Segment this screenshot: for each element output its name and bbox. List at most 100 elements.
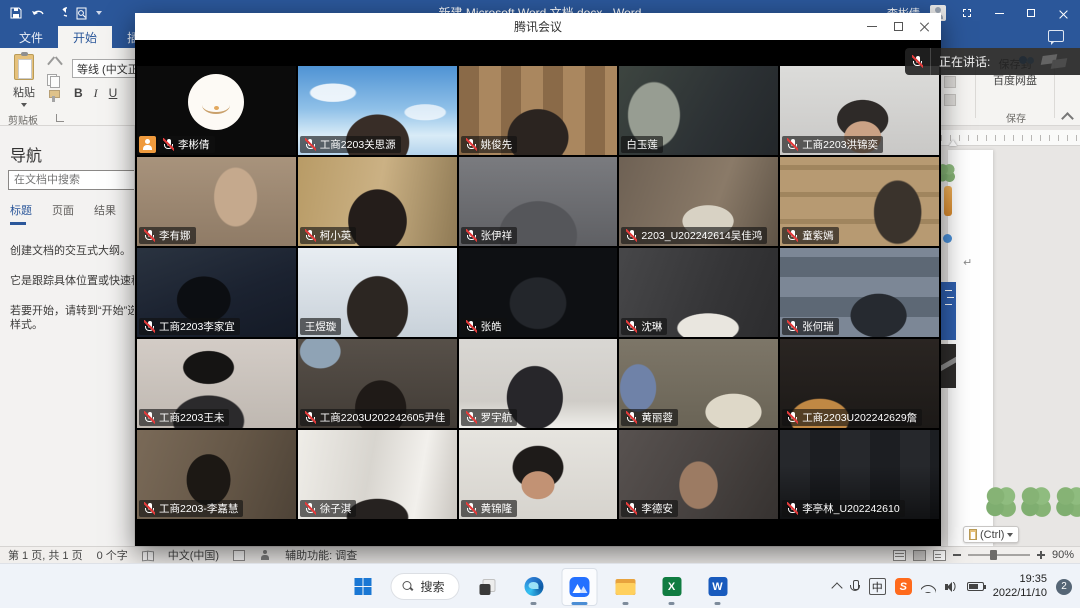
undo-icon[interactable] — [31, 7, 45, 19]
video-tile[interactable]: 工商2203U202242605尹佳 — [298, 339, 457, 428]
video-tile[interactable]: 罗宇航 — [459, 339, 618, 428]
video-tile[interactable]: 李彬倩 — [137, 66, 296, 155]
proofing-icon[interactable] — [142, 550, 154, 561]
font-name-combobox[interactable]: 等线 (中文正文) — [72, 59, 142, 78]
mic-muted-icon — [144, 411, 155, 424]
video-tile[interactable]: 白玉莲 — [619, 66, 778, 155]
video-tile[interactable]: 工商2203洪锦奕 — [780, 66, 939, 155]
participant-name: 徐子淇 — [320, 501, 352, 516]
clipboard-group-label: 剪贴板 — [8, 112, 38, 127]
paste-button[interactable]: 粘贴 — [8, 54, 40, 116]
video-tile[interactable]: 沈琳 — [619, 248, 778, 337]
wifi-icon[interactable] — [921, 581, 936, 593]
tray-mic-icon[interactable] — [850, 580, 860, 594]
tab-home[interactable]: 开始 — [58, 26, 112, 48]
web-layout-icon[interactable] — [933, 550, 946, 561]
taskbar-search[interactable]: 搜索 — [390, 573, 459, 600]
taskbar-word[interactable] — [700, 568, 736, 606]
mic-muted-icon — [305, 229, 316, 242]
paste-options-icon — [969, 529, 977, 540]
taskbar-excel[interactable] — [654, 568, 690, 606]
ime-indicator[interactable]: 中 — [869, 578, 886, 595]
document-search-input[interactable] — [8, 170, 135, 190]
video-tile[interactable]: 王煜璇 — [298, 248, 457, 337]
participant-nameplate: 张何瑞 — [782, 318, 839, 335]
video-tile[interactable]: 姚俊先 — [459, 66, 618, 155]
video-tile[interactable]: 徐子淇 — [298, 430, 457, 519]
underline-button[interactable]: U — [109, 86, 118, 101]
video-tile[interactable]: 张何瑞 — [780, 248, 939, 337]
meeting-titlebar[interactable]: 腾讯会议 — [135, 13, 941, 40]
bold-button[interactable]: B — [74, 86, 83, 101]
notification-badge[interactable]: 2 — [1056, 579, 1072, 595]
video-tile[interactable]: 黄锦隆 — [459, 430, 618, 519]
zoom-in-icon[interactable] — [1037, 551, 1045, 559]
start-button[interactable] — [344, 568, 380, 606]
video-tile[interactable]: 工商2203李家宜 — [137, 248, 296, 337]
participant-name: 工商2203洪锦奕 — [802, 137, 878, 152]
video-tile[interactable]: 张伊祥 — [459, 157, 618, 246]
nav-tab-headings[interactable]: 标题 — [10, 202, 32, 218]
video-tile[interactable]: 工商2203王未 — [137, 339, 296, 428]
video-tile[interactable]: 2203_U202242614吴佳鸿 — [619, 157, 778, 246]
taskbar-edge[interactable] — [516, 568, 552, 606]
word-minimize-button[interactable] — [988, 4, 1010, 22]
mic-muted-icon — [626, 320, 637, 333]
paste-options-button[interactable]: (Ctrl) — [963, 526, 1019, 543]
page-info[interactable]: 第 1 页, 共 1 页 — [8, 547, 83, 563]
task-view-button[interactable] — [470, 568, 506, 606]
video-tile[interactable]: 工商2203U202242629詹 — [780, 339, 939, 428]
italic-button[interactable]: I — [94, 86, 98, 101]
redo-icon[interactable] — [54, 7, 67, 19]
cut-icon[interactable] — [48, 58, 60, 70]
meeting-minimize-button[interactable] — [859, 13, 885, 40]
taskbar-tencent-meeting[interactable] — [562, 568, 598, 606]
video-tile[interactable]: 李德安 — [619, 430, 778, 519]
video-tile[interactable]: 李有娜 — [137, 157, 296, 246]
clipboard-dialog-launcher-icon[interactable] — [56, 114, 64, 122]
tray-overflow-icon[interactable] — [831, 582, 842, 593]
word-statusbar: 第 1 页, 共 1 页 0 个字 中文(中国) 辅助功能: 调查 90% — [0, 546, 1080, 563]
video-tile[interactable]: 黄丽蓉 — [619, 339, 778, 428]
zoom-slider-thumb[interactable] — [990, 550, 997, 560]
video-tile[interactable]: 柯小英 — [298, 157, 457, 246]
collapse-ribbon-icon[interactable] — [1061, 112, 1074, 125]
sogou-input-icon[interactable]: S — [895, 578, 912, 595]
comments-icon[interactable] — [1048, 30, 1064, 42]
print-preview-icon[interactable] — [76, 7, 87, 20]
mic-muted-icon[interactable] — [905, 48, 931, 75]
word-count[interactable]: 0 个字 — [97, 547, 128, 563]
video-tile[interactable]: 张皓 — [459, 248, 618, 337]
video-tile[interactable]: 李亭林_U202242610 — [780, 430, 939, 519]
insert-mode-icon[interactable] — [233, 550, 245, 561]
accessibility-status[interactable]: 辅助功能: 调查 — [285, 547, 357, 563]
nav-tab-results[interactable]: 结果 — [94, 202, 116, 218]
word-close-button[interactable] — [1052, 4, 1074, 22]
save-icon[interactable] — [10, 7, 22, 19]
copy-icon[interactable] — [47, 74, 59, 86]
volume-icon[interactable] — [945, 581, 958, 593]
customize-qat-icon[interactable] — [96, 11, 102, 15]
nav-tab-pages[interactable]: 页面 — [52, 202, 74, 218]
language-status[interactable]: 中文(中国) — [168, 547, 219, 563]
taskbar-clock[interactable]: 19:35 2022/11/10 — [993, 573, 1047, 601]
taskbar-file-explorer[interactable] — [608, 568, 644, 606]
print-layout-icon[interactable] — [913, 550, 926, 561]
format-painter-icon[interactable] — [48, 90, 60, 102]
tab-file[interactable]: 文件 — [4, 26, 58, 48]
indent-marker-icon[interactable] — [949, 140, 957, 146]
word-restore-button[interactable] — [1020, 4, 1042, 22]
video-tile[interactable]: 工商2203-李嘉慧 — [137, 430, 296, 519]
ribbon-display-options-button[interactable] — [956, 4, 978, 22]
zoom-out-icon[interactable] — [953, 554, 961, 556]
zoom-slider[interactable] — [968, 554, 1030, 556]
meeting-maximize-button[interactable] — [885, 13, 911, 40]
battery-icon[interactable] — [967, 582, 984, 591]
search-label: 搜索 — [420, 578, 444, 595]
read-mode-icon[interactable] — [893, 550, 906, 561]
video-tile[interactable]: 童紫嫣 — [780, 157, 939, 246]
video-tile[interactable]: 工商2203关思源 — [298, 66, 457, 155]
meeting-close-button[interactable] — [911, 13, 937, 40]
save-group-label: 保存 — [996, 110, 1036, 125]
zoom-level[interactable]: 90% — [1052, 549, 1074, 561]
